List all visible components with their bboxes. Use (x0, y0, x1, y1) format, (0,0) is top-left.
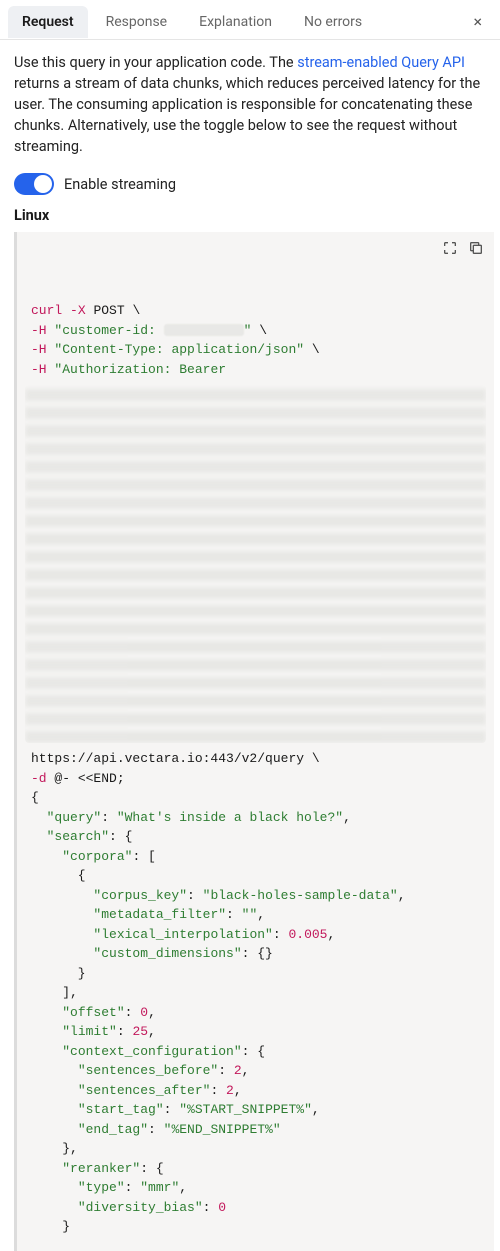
copy-icon[interactable] (468, 240, 484, 256)
code-heredoc: @- <<END; (54, 771, 124, 786)
code-post: POST (93, 303, 124, 318)
code-curl: curl (31, 303, 62, 318)
tab-response[interactable]: Response (92, 6, 182, 38)
stream-api-link[interactable]: stream-enabled Query API (297, 54, 465, 71)
code-url: https://api.vectara.io:443/v2/query (31, 751, 304, 766)
code-flag-h2: -H (31, 342, 47, 357)
tab-explanation[interactable]: Explanation (185, 6, 286, 38)
code-json-body: { "query": "What's inside a black hole?"… (31, 790, 406, 1234)
description-post: returns a stream of data chunks, which r… (14, 75, 480, 155)
fullscreen-icon[interactable] (442, 240, 458, 256)
code-flag-d: -d (31, 771, 47, 786)
redacted-customer-id (164, 324, 244, 336)
code-auth: "Authorization: Bearer (54, 362, 226, 377)
code-flag-h3: -H (31, 362, 47, 377)
description-text: Use this query in your application code.… (0, 40, 500, 163)
streaming-toggle[interactable] (14, 173, 54, 195)
streaming-toggle-row: Enable streaming (0, 163, 500, 207)
tab-request[interactable]: Request (8, 6, 88, 38)
platform-label: Linux (0, 207, 500, 232)
code-custend: " (244, 323, 252, 338)
code-content-type: "Content-Type: application/json" (54, 342, 304, 357)
streaming-toggle-label: Enable streaming (64, 176, 176, 193)
code-flag-h1: -H (31, 323, 47, 338)
tabs-bar: Request Response Explanation No errors × (0, 0, 500, 40)
tab-no-errors[interactable]: No errors (290, 6, 376, 38)
code-block: curl -X POST \ -H "customer-id: " \ -H "… (14, 232, 494, 1251)
description-pre: Use this query in your application code.… (14, 54, 297, 71)
redacted-token-block (25, 385, 486, 743)
code-flag-x: -X (70, 303, 86, 318)
code-customer-id: "customer-id: (54, 323, 155, 338)
close-icon[interactable]: × (463, 4, 492, 39)
